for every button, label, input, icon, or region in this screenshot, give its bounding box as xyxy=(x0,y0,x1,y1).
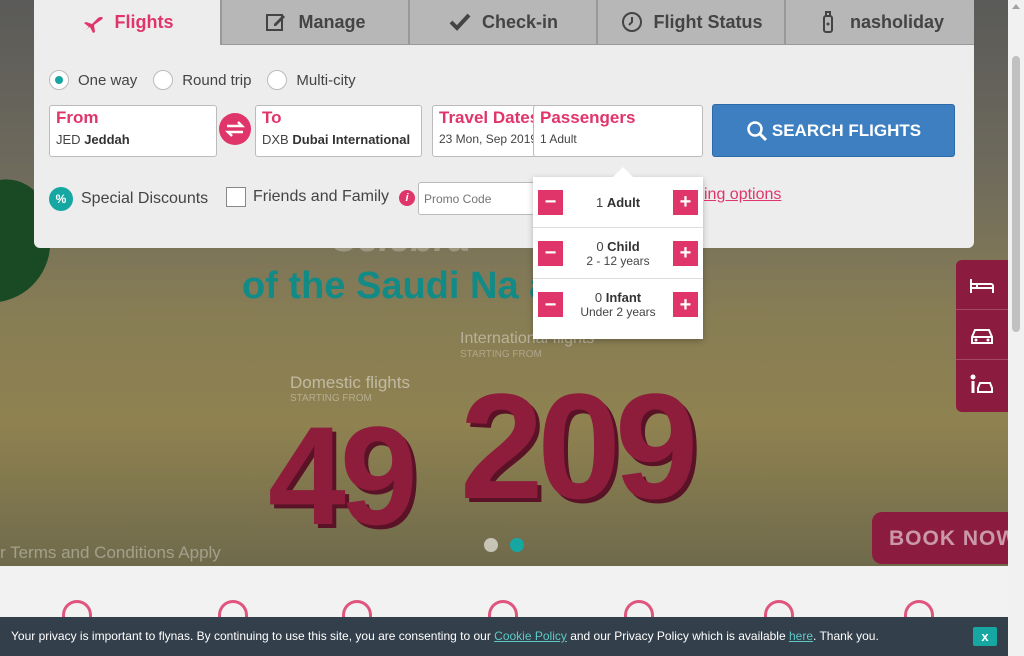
radio-multi-city-label: Multi-city xyxy=(296,71,356,89)
search-icon xyxy=(747,120,767,141)
edit-icon xyxy=(266,14,286,31)
radio-one-way[interactable] xyxy=(49,70,69,90)
trip-type-round-trip[interactable]: Round trip xyxy=(153,70,251,90)
clock-icon xyxy=(621,12,642,32)
search-flights-label: SEARCH FLIGHTS xyxy=(771,120,922,140)
hotel-tab[interactable] xyxy=(956,260,1008,310)
carousel-dot-2[interactable] xyxy=(510,538,524,552)
booking-tabs: Flights Manage Check-in Flight Status na… xyxy=(34,0,974,45)
from-label: From xyxy=(56,108,99,127)
check-icon xyxy=(449,13,471,31)
infant-age-range: Under 2 years xyxy=(580,305,656,319)
special-discounts-label: Special Discounts xyxy=(81,190,209,207)
friends-family-label: Friends and Family xyxy=(253,188,390,205)
radio-round-trip-label: Round trip xyxy=(182,71,252,89)
infant-decrement-button[interactable]: − xyxy=(538,292,563,317)
cookie-close-button[interactable]: x xyxy=(973,627,997,646)
page-scrollbar[interactable] xyxy=(1008,0,1024,656)
travel-dates-label: Travel Dates xyxy=(439,108,535,127)
more-options-link[interactable]: ing options xyxy=(704,186,781,204)
travel-dates-value: 23 Mon, Sep 2019 xyxy=(439,132,535,146)
pax-row-child: − 0 Child 2 - 12 years + xyxy=(533,228,703,279)
hero-headline: of the Saudi Na ay xyxy=(242,265,572,307)
child-count: 0 Child 2 - 12 years xyxy=(586,238,650,268)
to-value: DXB Dubai International xyxy=(262,132,411,147)
hero-international-sub: STARTING FROM xyxy=(460,349,542,360)
hero-price-domestic: 49 xyxy=(268,397,418,554)
radio-multi-city[interactable] xyxy=(267,70,288,90)
cookie-text-1: Your privacy is important to flynas. By … xyxy=(11,629,495,643)
hero-terms: r Terms and Conditions Apply xyxy=(0,543,221,562)
trip-type-one-way[interactable]: One way xyxy=(49,70,137,90)
friends-family-checkbox[interactable] xyxy=(226,187,246,207)
car-icon xyxy=(971,328,993,344)
privacy-policy-link[interactable]: here xyxy=(789,629,813,643)
search-flights-button[interactable]: SEARCH FLIGHTS xyxy=(712,104,955,157)
side-services-bar xyxy=(956,260,1008,412)
infant-increment-button[interactable]: + xyxy=(673,292,698,317)
from-field[interactable]: From JED Jeddah xyxy=(49,105,217,157)
carousel-dot-1[interactable] xyxy=(484,538,498,552)
cookie-text-3: . Thank you. xyxy=(813,629,879,643)
to-label: To xyxy=(262,108,282,127)
tab-flights[interactable]: Flights xyxy=(34,0,222,45)
adult-increment-button[interactable]: + xyxy=(672,189,698,215)
promo-code-input[interactable] xyxy=(418,182,538,215)
hero-price-international: 209 xyxy=(460,362,698,530)
trip-type-multi-city[interactable]: Multi-city xyxy=(267,70,356,90)
swap-airports-button[interactable] xyxy=(219,113,251,145)
tab-checkin-label: Check-in xyxy=(481,11,559,32)
passengers-field[interactable]: Passengers 1 Adult xyxy=(533,105,703,157)
special-discounts[interactable]: % Special Discounts xyxy=(49,187,208,211)
luggage-tag-icon xyxy=(822,11,833,33)
transfer-tab[interactable] xyxy=(956,360,1008,410)
cookie-consent-bar: Your privacy is important to flynas. By … xyxy=(0,617,1008,656)
scrollbar-thumb[interactable] xyxy=(1012,56,1020,332)
child-increment-button[interactable]: + xyxy=(673,240,698,266)
adult-count: 1 Adult xyxy=(595,194,641,210)
radio-round-trip[interactable] xyxy=(153,70,174,90)
cookie-policy-link[interactable]: Cookie Policy xyxy=(494,629,567,643)
child-age-range: 2 - 12 years xyxy=(586,253,650,268)
adult-decrement-button[interactable]: − xyxy=(538,189,563,215)
swap-arrows-icon xyxy=(224,121,246,137)
book-now-button[interactable]: BOOK NOW xyxy=(872,512,1022,564)
radio-one-way-label: One way xyxy=(78,71,138,89)
tab-flights-label: Flights xyxy=(114,12,174,32)
from-value: JED Jeddah xyxy=(56,132,130,147)
tab-flight-status-label: Flight Status xyxy=(653,11,763,32)
child-decrement-button[interactable]: − xyxy=(538,240,563,266)
plane-icon xyxy=(82,16,103,33)
tab-nasholiday-label: nasholiday xyxy=(849,11,945,32)
person-car-icon xyxy=(970,374,993,393)
booking-panel: Flights Manage Check-in Flight Status na… xyxy=(34,0,974,248)
discount-badge-icon: % xyxy=(49,187,73,211)
pax-row-adult: − 1 Adult + xyxy=(533,177,703,228)
pax-row-infant: − 0 Infant Under 2 years + xyxy=(533,279,703,330)
to-field[interactable]: To DXB Dubai International xyxy=(255,105,422,157)
tab-flight-status[interactable]: Flight Status xyxy=(598,0,786,45)
friends-family-option[interactable]: Friends and Family xyxy=(226,187,389,207)
passenger-selector-popup: − 1 Adult + − 0 Child 2 - 12 years + − 0 … xyxy=(533,167,703,339)
travel-dates-field[interactable]: Travel Dates 23 Mon, Sep 2019 xyxy=(432,105,542,157)
trip-type-selector: One way Round trip Multi-city xyxy=(49,70,356,90)
car-rental-tab[interactable] xyxy=(956,310,1008,360)
passengers-value: 1 Adult xyxy=(540,132,577,146)
passengers-label: Passengers xyxy=(540,108,636,127)
infant-count: 0 Infant Under 2 years xyxy=(580,290,656,319)
info-icon[interactable]: i xyxy=(399,190,415,206)
tab-checkin[interactable]: Check-in xyxy=(410,0,598,45)
bed-icon xyxy=(970,278,994,293)
tab-manage-label: Manage xyxy=(298,11,366,32)
tab-nasholiday[interactable]: nasholiday xyxy=(786,0,974,45)
cookie-text-2: and our Privacy Policy which is availabl… xyxy=(566,629,789,643)
hero-domestic-label: Domestic flights xyxy=(290,373,410,392)
tab-manage[interactable]: Manage xyxy=(222,0,410,45)
scroll-up-arrow-icon[interactable] xyxy=(1012,4,1020,9)
